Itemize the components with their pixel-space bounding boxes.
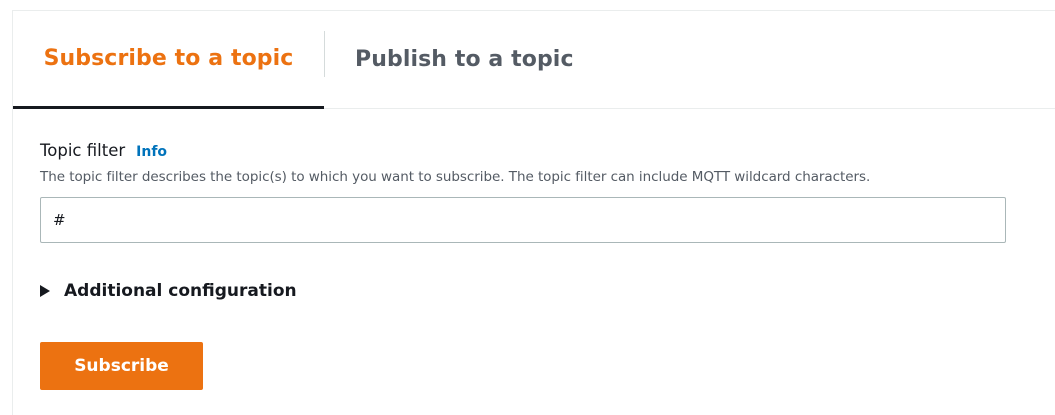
subscribe-button[interactable]: Subscribe (40, 342, 203, 390)
tab-publish-label: Publish to a topic (355, 47, 574, 72)
additional-configuration-expander[interactable]: Additional configuration (40, 281, 297, 301)
additional-configuration-label: Additional configuration (64, 281, 297, 301)
tab-publish-to-topic[interactable]: Publish to a topic (333, 11, 574, 108)
topic-filter-label-row: Topic filter Info (40, 141, 167, 160)
info-link[interactable]: Info (136, 144, 167, 160)
caret-right-icon (40, 285, 50, 297)
topic-filter-label: Topic filter (40, 141, 126, 160)
topic-filter-input[interactable] (40, 197, 1006, 243)
topic-filter-description: The topic filter describes the topic(s) … (40, 169, 871, 185)
tab-subscribe-label: Subscribe to a topic (43, 46, 294, 71)
mqtt-test-client-panel: Subscribe to a topic Publish to a topic … (12, 10, 1055, 415)
tab-bar: Subscribe to a topic Publish to a topic (13, 11, 1055, 109)
tab-divider (324, 31, 325, 77)
tab-subscribe-to-topic[interactable]: Subscribe to a topic (13, 11, 324, 109)
